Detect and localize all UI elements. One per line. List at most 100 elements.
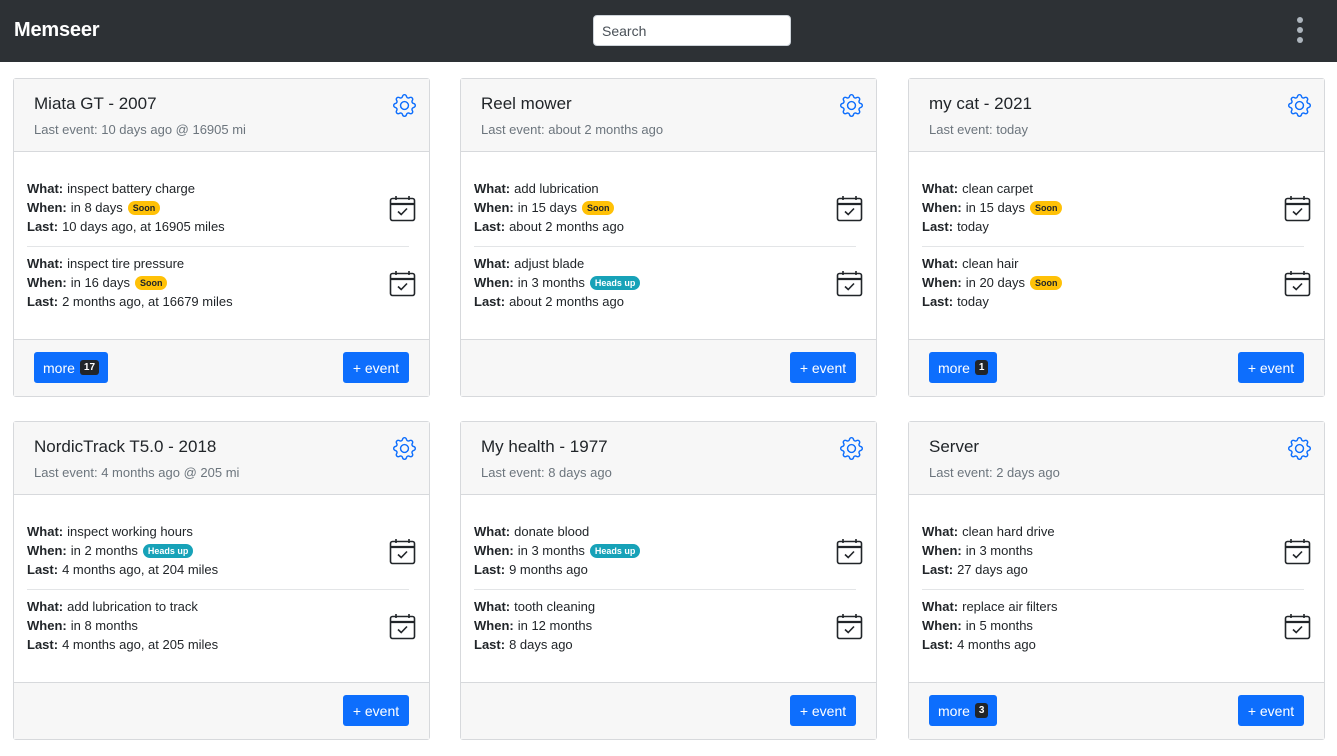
status-badge: Soon: [127, 200, 161, 215]
card-footer: + event: [14, 682, 429, 739]
task-item: What: inspect tire pressure When: in 16 day…: [27, 254, 416, 320]
task-item: What: donate blood When: in 3 months Heads u…: [474, 522, 863, 588]
more-count-badge: 3: [974, 703, 989, 718]
search-input[interactable]: [593, 15, 791, 46]
task-item: What: adjust blade When: in 3 months Heads u…: [474, 254, 863, 320]
add-event-button[interactable]: + event: [790, 695, 856, 726]
asset-card: My health - 1977 Last event: 8 days ago Wh…: [460, 421, 877, 740]
task-last: 2 months ago, at 16679 miles: [62, 294, 233, 309]
more-label: more: [43, 359, 75, 376]
card-last-event: Last event: 8 days ago: [481, 465, 612, 480]
last-label: Last:: [474, 637, 506, 652]
what-label: What:: [922, 599, 959, 614]
card-title[interactable]: Server: [929, 437, 979, 457]
gear-icon[interactable]: [393, 437, 416, 460]
more-label: more: [938, 702, 970, 719]
calendar-check-icon[interactable]: [836, 270, 863, 297]
calendar-check-icon[interactable]: [836, 538, 863, 565]
last-label: Last:: [474, 562, 506, 577]
task-what: add lubrication to track: [67, 599, 198, 614]
when-label: When:: [474, 200, 514, 215]
task-when: in 15 days: [517, 200, 577, 215]
card-title[interactable]: Miata GT - 2007: [34, 94, 157, 114]
gear-icon[interactable]: [1288, 94, 1311, 117]
card-header: My health - 1977 Last event: 8 days ago: [461, 422, 876, 495]
gear-icon[interactable]: [840, 94, 863, 117]
task-what: adjust blade: [514, 256, 585, 271]
card-last-event: Last event: 4 months ago @ 205 mi: [34, 465, 240, 480]
task-when: in 3 months: [517, 275, 585, 290]
card-title[interactable]: my cat - 2021: [929, 94, 1032, 114]
more-button[interactable]: more 17: [34, 352, 109, 383]
task-divider: [922, 246, 1304, 247]
app-brand[interactable]: Memseer: [14, 19, 100, 42]
add-event-button[interactable]: + event: [790, 352, 856, 383]
what-label: What:: [27, 524, 64, 539]
task-item: What: inspect working hours When: in 2 mont…: [27, 522, 416, 588]
calendar-check-icon[interactable]: [389, 613, 416, 640]
card-last-event: Last event: about 2 months ago: [481, 122, 664, 137]
card-footer: more 1 + event: [909, 339, 1324, 396]
card-title[interactable]: My health - 1977: [481, 437, 608, 457]
task-last: 9 months ago: [509, 562, 588, 577]
add-event-button[interactable]: + event: [343, 695, 409, 726]
what-label: What:: [27, 256, 64, 271]
task-when: in 15 days: [965, 200, 1025, 215]
card-title[interactable]: NordicTrack T5.0 - 2018: [34, 437, 216, 457]
calendar-check-icon[interactable]: [1284, 613, 1311, 640]
asset-card: Reel mower Last event: about 2 months ago…: [460, 78, 877, 397]
card-last-event: Last event: 2 days ago: [929, 465, 1060, 480]
add-event-button[interactable]: + event: [1238, 695, 1304, 726]
kebab-menu-icon[interactable]: [1290, 15, 1310, 45]
gear-icon[interactable]: [393, 94, 416, 117]
card-header: Miata GT - 2007 Last event: 10 days ago @…: [14, 79, 429, 152]
card-footer: + event: [461, 682, 876, 739]
task-what: clean hard drive: [962, 524, 1055, 539]
task-what: inspect battery charge: [67, 181, 196, 196]
when-label: When:: [27, 200, 67, 215]
last-label: Last:: [922, 637, 954, 652]
card-footer: more 17 + event: [14, 339, 429, 396]
gear-icon[interactable]: [840, 437, 863, 460]
calendar-check-icon[interactable]: [1284, 538, 1311, 565]
last-label: Last:: [27, 562, 59, 577]
add-event-button[interactable]: + event: [343, 352, 409, 383]
task-item: What: clean carpet When: in 15 days Soon Last…: [922, 179, 1311, 245]
task-last: 4 months ago, at 204 miles: [62, 562, 219, 577]
when-label: When:: [474, 618, 514, 633]
more-button[interactable]: more 3: [929, 695, 998, 726]
gear-icon[interactable]: [1288, 437, 1311, 460]
task-item: What: add lubrication to track When: in 8 m…: [27, 597, 416, 663]
when-label: When:: [922, 543, 962, 558]
calendar-check-icon[interactable]: [1284, 270, 1311, 297]
task-item: What: replace air filters When: in 5 months…: [922, 597, 1311, 663]
task-last: today: [957, 219, 989, 234]
task-last: 8 days ago: [509, 637, 573, 652]
when-label: When:: [27, 543, 67, 558]
when-label: When:: [474, 543, 514, 558]
task-last: 27 days ago: [957, 562, 1028, 577]
task-item: What: clean hair When: in 20 days Soon Last: t…: [922, 254, 1311, 320]
task-divider: [27, 589, 409, 590]
what-label: What:: [474, 256, 511, 271]
task-what: inspect working hours: [67, 524, 193, 539]
more-button[interactable]: more 1: [929, 352, 998, 383]
card-title[interactable]: Reel mower: [481, 94, 572, 114]
calendar-check-icon[interactable]: [836, 195, 863, 222]
card-last-event: Last event: today: [929, 122, 1029, 137]
task-when: in 16 days: [70, 275, 130, 290]
calendar-check-icon[interactable]: [389, 538, 416, 565]
last-label: Last:: [27, 294, 59, 309]
asset-card: my cat - 2021 Last event: today What: clean…: [908, 78, 1325, 397]
calendar-check-icon[interactable]: [1284, 195, 1311, 222]
what-label: What:: [474, 181, 511, 196]
when-label: When:: [922, 200, 962, 215]
card-header: my cat - 2021 Last event: today: [909, 79, 1324, 152]
when-label: When:: [27, 275, 67, 290]
calendar-check-icon[interactable]: [389, 270, 416, 297]
last-label: Last:: [27, 637, 59, 652]
calendar-check-icon[interactable]: [389, 195, 416, 222]
calendar-check-icon[interactable]: [836, 613, 863, 640]
asset-card: NordicTrack T5.0 - 2018 Last event: 4 mon…: [13, 421, 430, 740]
add-event-button[interactable]: + event: [1238, 352, 1304, 383]
